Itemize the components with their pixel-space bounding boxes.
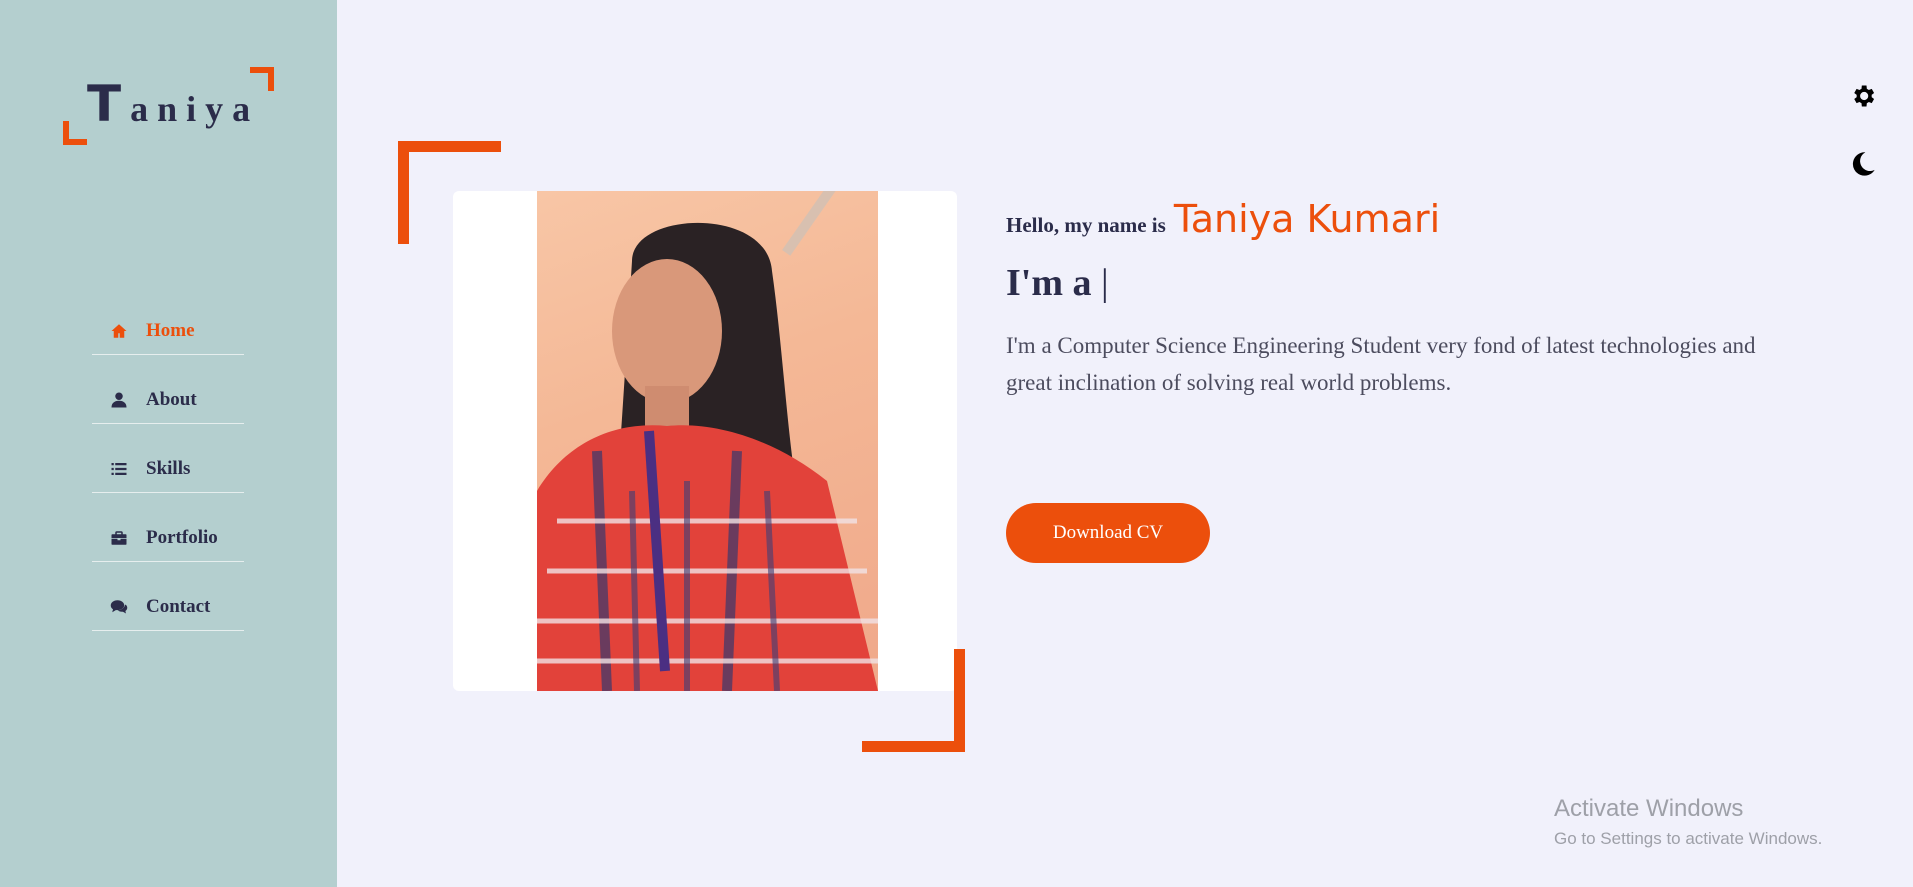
- settings-button[interactable]: [1849, 82, 1877, 110]
- nav-item-label: About: [146, 388, 197, 410]
- logo-text: Taniya: [87, 75, 259, 133]
- typing-cursor: |: [1101, 262, 1109, 304]
- theme-toggle-button[interactable]: [1849, 150, 1877, 178]
- windows-activation-watermark: Activate Windows Go to Settings to activ…: [1554, 795, 1822, 849]
- hero-intro: Hello, my name is Taniya Kumari I'm a | …: [1006, 197, 1826, 424]
- hero-name: Taniya Kumari: [1173, 197, 1441, 241]
- main-nav: Home About Skills Portfolio Contact: [92, 307, 244, 652]
- list-icon: [110, 460, 128, 478]
- sidebar: Taniya Home About Skills Portfolio Conta…: [0, 0, 337, 887]
- download-cv-button[interactable]: Download CV: [1006, 503, 1210, 563]
- profile-photo: [537, 191, 878, 691]
- logo-rest: aniya: [130, 89, 260, 129]
- moon-icon: [1852, 152, 1875, 176]
- nav-item-skills[interactable]: Skills: [92, 445, 244, 493]
- nav-item-portfolio[interactable]: Portfolio: [92, 514, 244, 562]
- watermark-subtitle: Go to Settings to activate Windows.: [1554, 829, 1823, 848]
- nav-item-about[interactable]: About: [92, 376, 244, 424]
- logo-corner-bottom-left: [63, 121, 87, 145]
- nav-item-label: Portfolio: [146, 526, 218, 548]
- greeting: Hello, my name is Taniya Kumari: [1006, 197, 1826, 241]
- logo-first-letter: T: [87, 75, 131, 133]
- bio-text: I'm a Computer Science Engineering Stude…: [1006, 333, 1756, 395]
- nav-item-label: Skills: [146, 457, 191, 479]
- profile-photo-illustration: [537, 191, 878, 691]
- greeting-text: Hello, my name is: [1006, 213, 1166, 237]
- nav-item-contact[interactable]: Contact: [92, 583, 244, 631]
- role-line: I'm a |: [1006, 261, 1826, 305]
- user-icon: [110, 391, 128, 409]
- role-prefix: I'm a: [1006, 262, 1092, 304]
- nav-item-home[interactable]: Home: [92, 307, 244, 355]
- nav-item-label: Home: [146, 319, 195, 341]
- watermark-title: Activate Windows: [1554, 795, 1744, 822]
- nav-item-label: Contact: [146, 595, 211, 617]
- top-right-controls: [1849, 82, 1877, 218]
- home-icon: [110, 322, 128, 340]
- photo-card: [453, 191, 957, 691]
- logo[interactable]: Taniya: [63, 67, 274, 145]
- gear-icon: [1854, 85, 1875, 107]
- comments-icon: [110, 598, 128, 616]
- briefcase-icon: [110, 529, 128, 547]
- photo-frame-bottom-right: [862, 649, 965, 752]
